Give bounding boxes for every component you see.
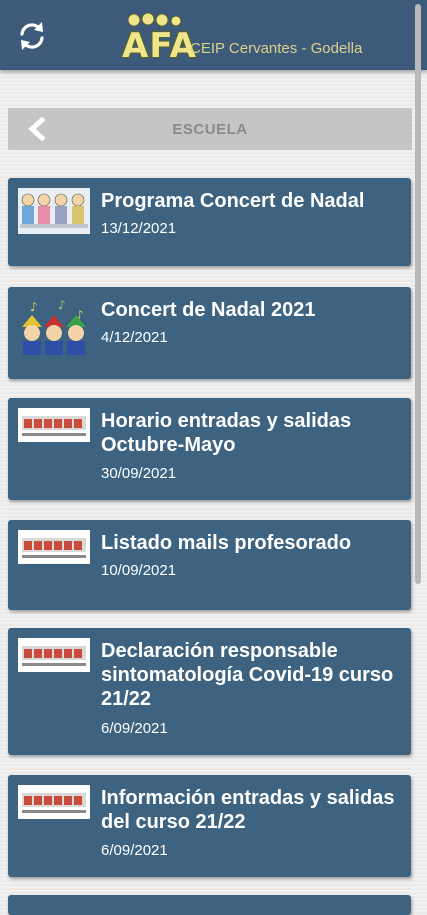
post-title: Información entradas y salidas del curso… bbox=[101, 787, 395, 833]
post-date: 30/09/2021 bbox=[101, 465, 177, 482]
svg-text:♪: ♪ bbox=[30, 300, 38, 314]
school-banner-thumbnail bbox=[18, 408, 90, 442]
app-header: AFA CEIP Cervantes - Godella bbox=[0, 0, 427, 70]
section-title: ESCUELA bbox=[172, 121, 248, 138]
scrollbar[interactable] bbox=[415, 4, 421, 584]
children-drawing-thumbnail bbox=[18, 188, 90, 234]
logo-title: AFA bbox=[122, 26, 197, 66]
logo-subtitle: CEIP Cervantes - Godella bbox=[190, 40, 363, 57]
school-banner-thumbnail bbox=[18, 638, 90, 672]
post-title: Concert de Nadal 2021 bbox=[101, 299, 316, 321]
post-title: Declaración responsable sintomatología C… bbox=[101, 640, 394, 710]
post-card[interactable]: Declaración responsable sintomatología C… bbox=[8, 628, 411, 755]
post-date: 6/09/2021 bbox=[101, 720, 168, 737]
post-card[interactable]: Información entradas y salidas del curso… bbox=[8, 775, 411, 877]
post-title: Listado mails profesorado bbox=[101, 532, 352, 554]
post-card[interactable]: Programa Concert de Nadal 13/12/2021 bbox=[8, 178, 411, 266]
refresh-icon[interactable] bbox=[14, 18, 50, 54]
post-card[interactable]: ♪ ♪ ♪ Concert de Nadal 2021 4/12/2021 bbox=[8, 287, 411, 379]
post-date: 10/09/2021 bbox=[101, 562, 177, 579]
school-banner-thumbnail bbox=[18, 785, 90, 819]
post-card-partial[interactable] bbox=[8, 895, 411, 915]
school-banner-thumbnail bbox=[18, 530, 90, 564]
post-title: Horario entradas y salidas Octubre-Mayo bbox=[101, 410, 352, 456]
post-card[interactable]: Horario entradas y salidas Octubre-Mayo … bbox=[8, 398, 411, 500]
post-date: 13/12/2021 bbox=[101, 220, 177, 237]
post-date: 6/09/2021 bbox=[101, 842, 168, 859]
svg-text:♪: ♪ bbox=[58, 298, 66, 312]
post-title: Programa Concert de Nadal bbox=[101, 190, 365, 212]
post-date: 4/12/2021 bbox=[101, 329, 168, 346]
section-bar: ESCUELA bbox=[8, 108, 412, 150]
post-card[interactable]: Listado mails profesorado 10/09/2021 bbox=[8, 520, 411, 610]
singing-children-thumbnail: ♪ ♪ ♪ bbox=[18, 297, 90, 357]
afa-logo: AFA CEIP Cervantes - Godella bbox=[122, 12, 363, 66]
